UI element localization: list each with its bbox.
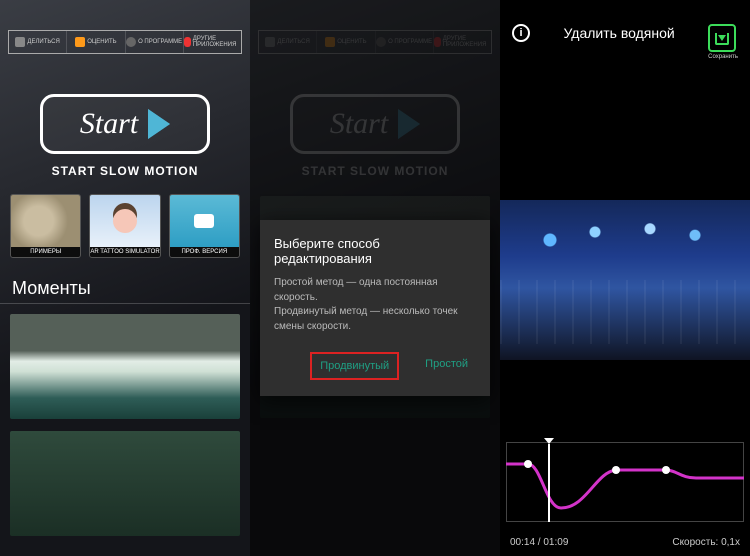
moments-list bbox=[0, 314, 250, 536]
info-icon bbox=[126, 37, 136, 47]
info-button[interactable]: i bbox=[512, 24, 530, 42]
rate-label: ОЦЕНИТЬ bbox=[87, 39, 116, 45]
tile-tattoo-image bbox=[90, 195, 159, 247]
share-button[interactable]: ДЕЛИТЬСЯ bbox=[9, 31, 67, 53]
playhead[interactable] bbox=[548, 444, 550, 522]
graph-footer: 00:14 / 01:09 Скорость: 0,1x bbox=[510, 537, 740, 548]
save-label: Сохранить bbox=[708, 54, 738, 60]
dialog-line: Простой метод — одна постоянная скорость… bbox=[274, 276, 476, 305]
heart-icon bbox=[184, 37, 191, 47]
dialog-line: Продвинутый метод — несколько точек смен… bbox=[274, 305, 476, 334]
advanced-button[interactable]: Продвинутый bbox=[310, 352, 399, 380]
save-button[interactable] bbox=[708, 24, 736, 52]
app-tiles: ПРИМЕРЫ AR TATTOO SIMULATOR ПРОФ. ВЕРСИЯ bbox=[10, 194, 240, 258]
tile-tattoo-label: AR TATTOO SIMULATOR bbox=[90, 247, 159, 257]
moment-thumb[interactable] bbox=[10, 431, 240, 536]
tile-pro-image bbox=[170, 195, 239, 247]
screen-home-dialog: ДЕЛИТЬСЯ ОЦЕНИТЬ О ПРОГРАММЕ ДРУГИЕ ПРИЛ… bbox=[250, 0, 500, 556]
tile-pro-label: ПРОФ. ВЕРСИЯ bbox=[170, 247, 239, 257]
start-label: Start bbox=[80, 107, 138, 141]
edit-mode-dialog: Выберите способ редактирования Простой м… bbox=[260, 220, 490, 396]
editor-header: i Удалить водяной Сохранить bbox=[500, 0, 750, 60]
screen-home: ДЕЛИТЬСЯ ОЦЕНИТЬ О ПРОГРАММЕ ДРУГИЕ ПРИЛ… bbox=[0, 0, 250, 556]
time-display: 00:14 / 01:09 bbox=[510, 537, 568, 548]
about-button[interactable]: О ПРОГРАММЕ bbox=[126, 31, 184, 53]
moment-thumb[interactable] bbox=[10, 314, 240, 419]
tile-pro[interactable]: ПРОФ. ВЕРСИЯ bbox=[169, 194, 240, 258]
simple-button[interactable]: Простой bbox=[417, 352, 476, 380]
start-button[interactable]: Start bbox=[40, 94, 210, 154]
video-preview[interactable] bbox=[500, 200, 750, 360]
moments-divider bbox=[0, 303, 250, 304]
star-icon bbox=[75, 37, 85, 47]
moreapps-label: ДРУГИЕ ПРИЛОЖЕНИЯ bbox=[193, 36, 241, 48]
tile-examples-label: ПРИМЕРЫ bbox=[11, 247, 80, 257]
speed-display: Скорость: 0,1x bbox=[672, 537, 740, 548]
tile-tattoo[interactable]: AR TATTOO SIMULATOR bbox=[89, 194, 160, 258]
start-section: Start START SLOW MOTION bbox=[40, 94, 210, 178]
start-caption: START SLOW MOTION bbox=[40, 164, 210, 178]
screen-editor: i Удалить водяной Сохранить 00:14 / 01:0… bbox=[500, 0, 750, 556]
remove-watermark-button[interactable]: Удалить водяной bbox=[563, 24, 674, 42]
share-label: ДЕЛИТЬСЯ bbox=[27, 39, 59, 45]
dialog-title: Выберите способ редактирования bbox=[274, 236, 476, 266]
about-label: О ПРОГРАММЕ bbox=[138, 39, 182, 45]
top-toolbar: ДЕЛИТЬСЯ ОЦЕНИТЬ О ПРОГРАММЕ ДРУГИЕ ПРИЛ… bbox=[8, 30, 242, 54]
moreapps-button[interactable]: ДРУГИЕ ПРИЛОЖЕНИЯ bbox=[184, 31, 241, 53]
speed-graph: 00:14 / 01:09 Скорость: 0,1x bbox=[500, 436, 750, 556]
play-icon bbox=[148, 109, 170, 139]
share-icon bbox=[15, 37, 25, 47]
speed-curve[interactable] bbox=[506, 442, 744, 522]
rate-button[interactable]: ОЦЕНИТЬ bbox=[67, 31, 125, 53]
tile-examples[interactable]: ПРИМЕРЫ bbox=[10, 194, 81, 258]
dialog-actions: Продвинутый Простой bbox=[274, 352, 476, 380]
moments-heading: Моменты bbox=[12, 278, 238, 299]
tile-examples-image bbox=[11, 195, 80, 247]
dialog-body: Простой метод — одна постоянная скорость… bbox=[274, 276, 476, 334]
save-wrapper: Сохранить bbox=[708, 24, 738, 60]
